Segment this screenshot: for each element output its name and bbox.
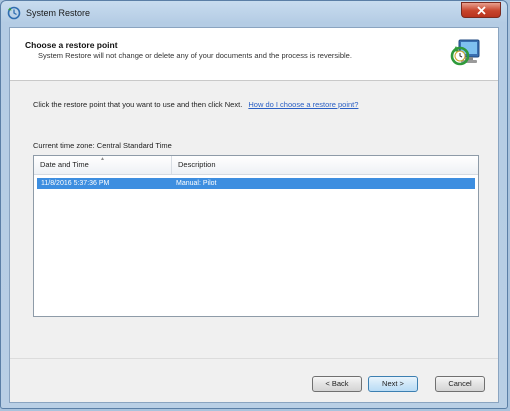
list-header: Date and Time ▲ Description <box>34 156 478 175</box>
footer-divider <box>10 358 498 359</box>
timezone-label: Current time zone: Central Standard Time <box>33 141 172 150</box>
close-icon <box>476 5 486 15</box>
row-date: 11/8/2016 5:37:36 PM <box>41 180 110 187</box>
system-restore-icon <box>450 39 480 66</box>
cancel-button[interactable]: Cancel <box>435 376 485 392</box>
wizard-header: Choose a restore point System Restore wi… <box>10 28 498 81</box>
row-description: Manual: Pilot <box>176 180 217 187</box>
column-header-description[interactable]: Description <box>172 156 478 174</box>
system-restore-window: System Restore Choose a restore point Sy… <box>0 0 508 409</box>
page-subtitle: System Restore will not change or delete… <box>38 51 352 60</box>
system-restore-icon <box>7 6 21 20</box>
restore-point-list[interactable]: Date and Time ▲ Description 11/8/2016 5:… <box>33 155 479 317</box>
close-button[interactable] <box>461 2 501 18</box>
instruction-text: Click the restore point that you want to… <box>33 100 243 109</box>
restore-point-row[interactable]: 11/8/2016 5:37:36 PM Manual: Pilot <box>37 178 475 189</box>
title-bar[interactable]: System Restore <box>1 1 507 25</box>
next-button[interactable]: Next > <box>368 376 418 392</box>
help-link[interactable]: How do I choose a restore point? <box>248 100 358 109</box>
page-title: Choose a restore point <box>25 40 118 50</box>
window-title: System Restore <box>26 8 91 18</box>
sort-arrow-icon: ▲ <box>100 156 105 162</box>
wizard-client-area: Choose a restore point System Restore wi… <box>9 27 499 403</box>
instruction-line: Click the restore point that you want to… <box>33 100 358 109</box>
back-button[interactable]: < Back <box>312 376 362 392</box>
